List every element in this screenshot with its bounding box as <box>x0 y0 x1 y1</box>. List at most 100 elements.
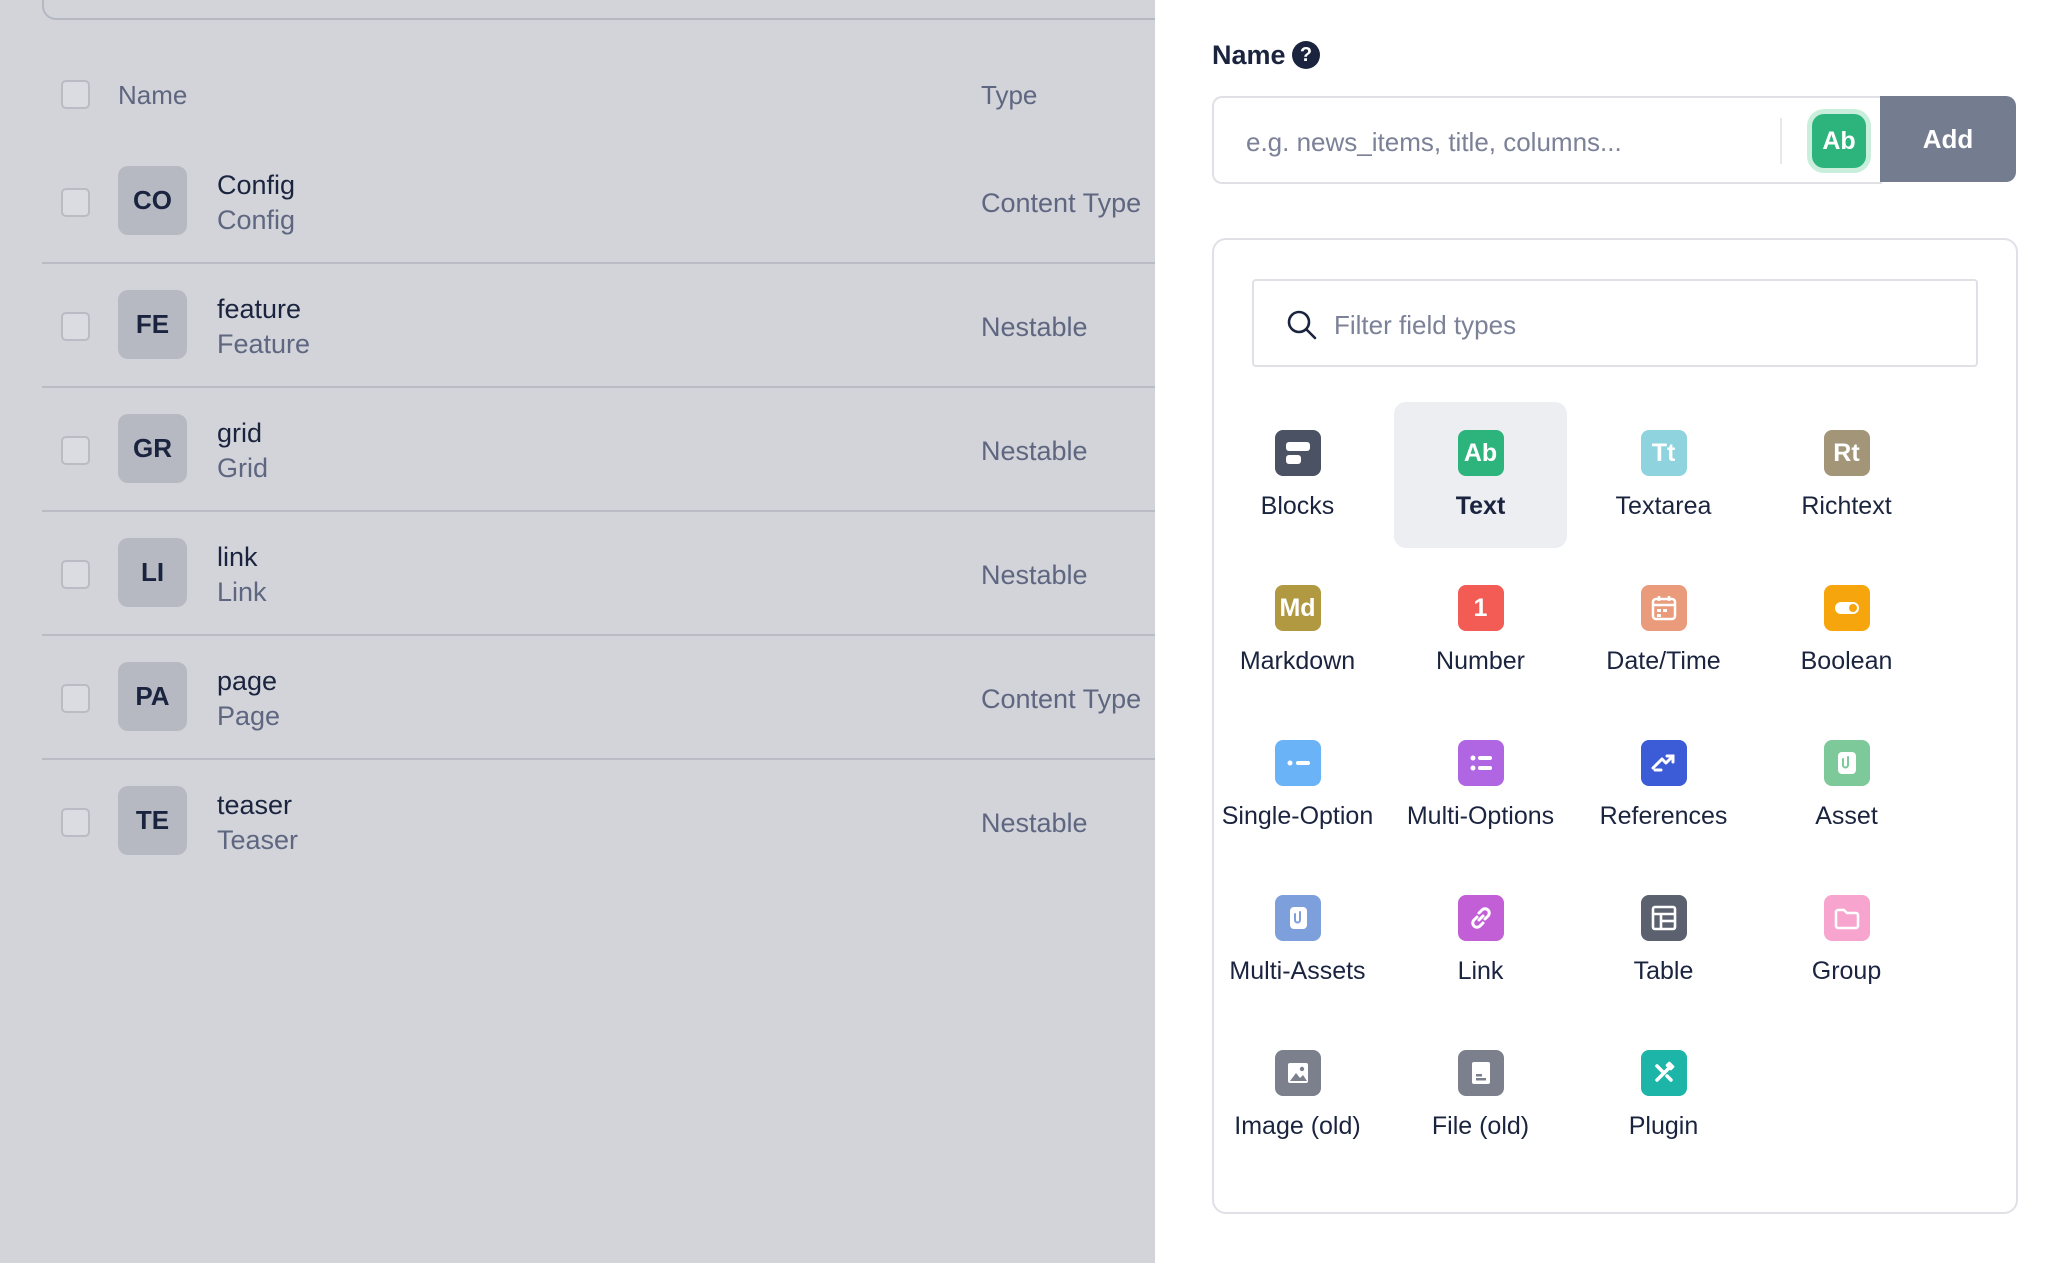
row-checkbox[interactable] <box>61 684 90 713</box>
multi-options-icon <box>1457 740 1504 786</box>
table-row[interactable]: TE teaser Teaser Nestable <box>42 760 1155 884</box>
field-type-label: Textarea <box>1615 492 1712 520</box>
table-row[interactable]: GR grid Grid Nestable <box>42 388 1155 512</box>
avatar: GR <box>118 414 187 483</box>
field-type-label: Plugin <box>1628 1112 1699 1140</box>
row-checkbox[interactable] <box>61 560 90 589</box>
row-subtitle: Teaser <box>217 825 299 855</box>
field-type-date-time[interactable]: Date/Time <box>1577 557 1750 703</box>
field-type-file-old[interactable]: File (old) <box>1394 1022 1567 1168</box>
file-icon <box>1457 1050 1504 1096</box>
field-type-plugin[interactable]: Plugin <box>1577 1022 1750 1168</box>
components-list-overlay: Name Type CO Config Config Content Type … <box>0 0 1155 1263</box>
table-row[interactable]: CO Config Config Content Type <box>42 140 1155 264</box>
row-title: page <box>217 666 278 696</box>
table-icon <box>1640 895 1687 941</box>
field-type-textarea[interactable]: Tt Textarea <box>1577 402 1750 548</box>
row-subtitle: Link <box>217 577 267 607</box>
table-row[interactable]: PA page Page Content Type <box>42 636 1155 760</box>
field-type-group[interactable]: Group <box>1760 867 1933 1013</box>
input-separator <box>1780 118 1782 164</box>
field-type-label: Text <box>1455 492 1506 520</box>
row-type: Content Type <box>981 188 1142 218</box>
row-title: link <box>217 542 258 572</box>
name-label: Name <box>1212 40 1286 70</box>
row-type: Nestable <box>981 436 1088 466</box>
select-all-checkbox[interactable] <box>61 80 90 109</box>
textarea-icon: Tt <box>1640 430 1687 476</box>
blocks-icon <box>1274 430 1321 476</box>
filter-field-wrapper <box>1252 279 1978 367</box>
table-row[interactable]: LI link Link Nestable <box>42 512 1155 636</box>
name-field-wrapper: Ab <box>1212 96 1882 184</box>
row-checkbox[interactable] <box>61 312 90 341</box>
add-field-panel: Name ? Ab Add Blocks Ab Text Tt Textarea Rt Ri… <box>1155 0 2048 1263</box>
avatar: FE <box>118 290 187 359</box>
field-type-blocks[interactable]: Blocks <box>1211 402 1384 548</box>
row-title: Config <box>217 170 296 200</box>
row-title: grid <box>217 418 263 448</box>
field-type-single-option[interactable]: Single-Option <box>1211 712 1384 858</box>
row-title: feature <box>217 294 302 324</box>
field-type-image-old[interactable]: Image (old) <box>1211 1022 1384 1168</box>
avatar: LI <box>118 538 187 607</box>
row-title: teaser <box>217 790 293 820</box>
selected-type-chip[interactable]: Ab <box>1812 114 1866 168</box>
richtext-icon: Rt <box>1823 430 1870 476</box>
field-type-label: Image (old) <box>1234 1112 1361 1140</box>
table-row[interactable]: FE feature Feature Nestable <box>42 264 1155 388</box>
field-type-table[interactable]: Table <box>1577 867 1750 1013</box>
filter-field-types-input[interactable] <box>1332 305 1956 345</box>
search-icon <box>1287 310 1317 340</box>
references-icon <box>1640 740 1687 786</box>
asset-icon <box>1823 740 1870 786</box>
field-type-label: Boolean <box>1800 647 1893 675</box>
field-type-richtext[interactable]: Rt Richtext <box>1760 402 1933 548</box>
markdown-icon: Md <box>1274 585 1321 631</box>
field-type-multi-assets[interactable]: Multi-Assets <box>1211 867 1384 1013</box>
number-icon: 1 <box>1457 585 1504 631</box>
field-type-label: Markdown <box>1239 647 1356 675</box>
row-subtitle: Feature <box>217 329 311 359</box>
row-subtitle: Page <box>217 701 281 731</box>
avatar: CO <box>118 166 187 235</box>
row-subtitle: Config <box>217 205 296 235</box>
column-header-name: Name <box>118 80 188 110</box>
field-type-label: File (old) <box>1431 1112 1530 1140</box>
field-type-markdown[interactable]: Md Markdown <box>1211 557 1384 703</box>
field-type-label: Date/Time <box>1606 647 1721 675</box>
column-header-type: Type <box>981 80 1038 110</box>
add-button[interactable]: Add <box>1880 96 2016 182</box>
field-type-boolean[interactable]: Boolean <box>1760 557 1933 703</box>
help-icon[interactable]: ? <box>1292 41 1320 69</box>
row-checkbox[interactable] <box>61 436 90 465</box>
row-type: Nestable <box>981 808 1088 838</box>
toolbar-edge <box>42 0 1155 20</box>
field-type-label: References <box>1599 802 1728 830</box>
row-checkbox[interactable] <box>61 808 90 837</box>
field-type-link[interactable]: Link <box>1394 867 1567 1013</box>
avatar: PA <box>118 662 187 731</box>
field-type-multi-options[interactable]: Multi-Options <box>1394 712 1567 858</box>
field-type-text[interactable]: Ab Text <box>1394 402 1567 548</box>
field-type-label: Table <box>1633 957 1694 985</box>
row-subtitle: Grid <box>217 453 269 483</box>
folder-icon <box>1823 895 1870 941</box>
field-type-references[interactable]: References <box>1577 712 1750 858</box>
avatar: TE <box>118 786 187 855</box>
row-type: Content Type <box>981 684 1142 714</box>
image-icon <box>1274 1050 1321 1096</box>
field-type-label: Richtext <box>1801 492 1892 520</box>
row-checkbox[interactable] <box>61 188 90 217</box>
calendar-icon <box>1640 585 1687 631</box>
field-type-number[interactable]: 1 Number <box>1394 557 1567 703</box>
field-type-label: Number <box>1436 647 1525 675</box>
field-name-input[interactable] <box>1244 122 1768 162</box>
field-type-picker: Blocks Ab Text Tt Textarea Rt Richtext Md Markdo… <box>1212 238 2018 1214</box>
toggle-icon <box>1823 585 1870 631</box>
field-type-asset[interactable]: Asset <box>1760 712 1933 858</box>
field-type-label: Link <box>1457 957 1504 985</box>
link-icon <box>1457 895 1504 941</box>
single-option-icon <box>1274 740 1321 786</box>
row-type: Nestable <box>981 560 1088 590</box>
